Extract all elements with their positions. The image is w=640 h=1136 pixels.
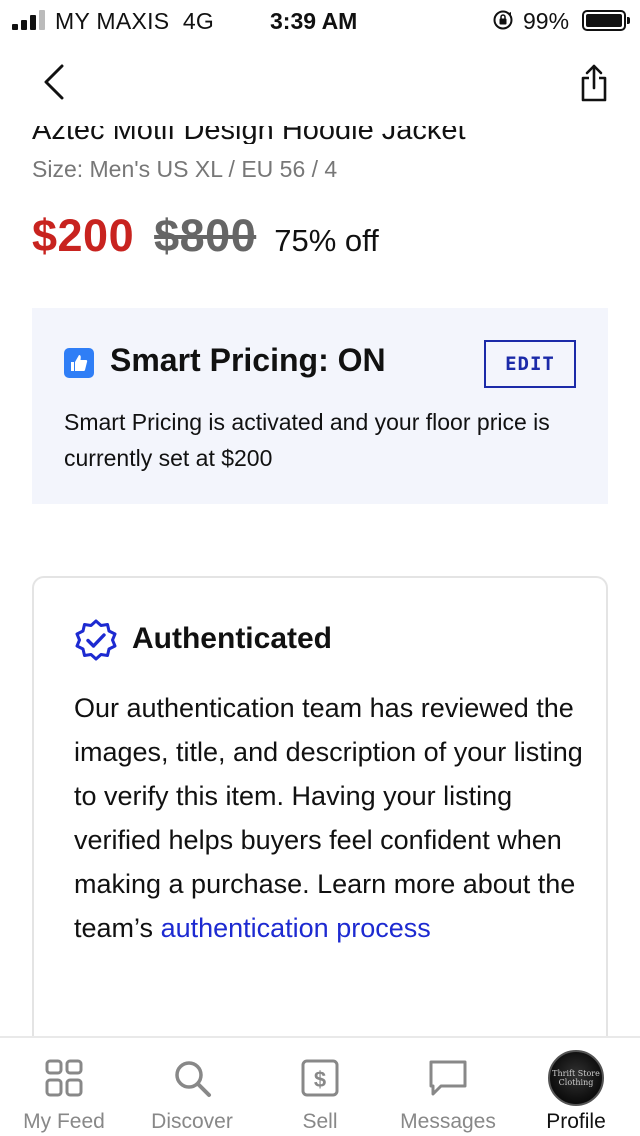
back-button[interactable] — [36, 60, 72, 104]
network-type: 4G — [182, 8, 215, 34]
edit-button[interactable]: EDIT — [484, 340, 576, 388]
scroll-clip — [0, 104, 640, 126]
original-price: $800 — [154, 210, 257, 261]
battery-icon — [582, 10, 630, 31]
dollar-tag-icon: $ — [298, 1056, 342, 1100]
clock: 3:39 AM — [270, 8, 358, 34]
tab-label: Profile — [546, 1110, 606, 1133]
battery-percent: 99% — [523, 8, 570, 34]
tab-label: My Feed — [23, 1110, 105, 1133]
feed-grid-icon — [42, 1056, 86, 1100]
smart-pricing-description: Smart Pricing is activated and your floo… — [64, 409, 550, 471]
smart-pricing-title: Smart Pricing: ON — [110, 342, 386, 378]
search-icon — [170, 1056, 214, 1100]
svg-text:$: $ — [314, 1067, 326, 1092]
signal-strength-icon — [12, 10, 48, 30]
authenticated-title: Authenticated — [132, 622, 333, 655]
tab-messages[interactable]: Messages — [384, 1038, 512, 1136]
authentication-process-link[interactable]: authentication process — [161, 913, 431, 943]
discount-label: 75% off — [274, 223, 379, 258]
price-row: $200 $800 75% off — [32, 210, 379, 266]
orientation-lock-icon — [493, 10, 513, 30]
tab-profile[interactable]: Thrift Store Clothing Profile — [512, 1038, 640, 1136]
tab-sell[interactable]: $ Sell — [256, 1038, 384, 1136]
tab-label: Sell — [302, 1110, 338, 1133]
authenticated-body: Our authentication team has reviewed the… — [74, 693, 583, 943]
tab-label: Messages — [400, 1110, 496, 1133]
smart-pricing-panel: Smart Pricing: ON EDIT Smart Pricing is … — [32, 308, 608, 504]
verified-badge-icon — [75, 619, 117, 661]
current-price: $200 — [32, 210, 135, 261]
carrier-label: MY MAXIS 4G — [55, 8, 215, 34]
product-size: Size: Men's US XL / EU 56 / 4 — [32, 156, 338, 182]
tab-discover[interactable]: Discover — [128, 1038, 256, 1136]
share-button[interactable] — [572, 60, 616, 106]
tab-label: Discover — [151, 1110, 233, 1133]
profile-avatar: Thrift Store Clothing — [548, 1050, 604, 1106]
tab-my-feed[interactable]: My Feed — [0, 1038, 128, 1136]
chat-bubble-icon — [426, 1056, 470, 1100]
chevron-left-icon — [44, 64, 64, 100]
share-icon — [581, 64, 607, 102]
authenticated-card: Authenticated Our authentication team ha… — [32, 576, 608, 1096]
status-bar: MY MAXIS 4G 3:39 AM 99% — [0, 0, 640, 40]
thumbs-up-icon — [64, 348, 94, 378]
bottom-tab-bar: My Feed Discover $ Sell Messages Thrift … — [0, 1036, 640, 1136]
avatar: Thrift Store Clothing — [546, 1048, 606, 1108]
